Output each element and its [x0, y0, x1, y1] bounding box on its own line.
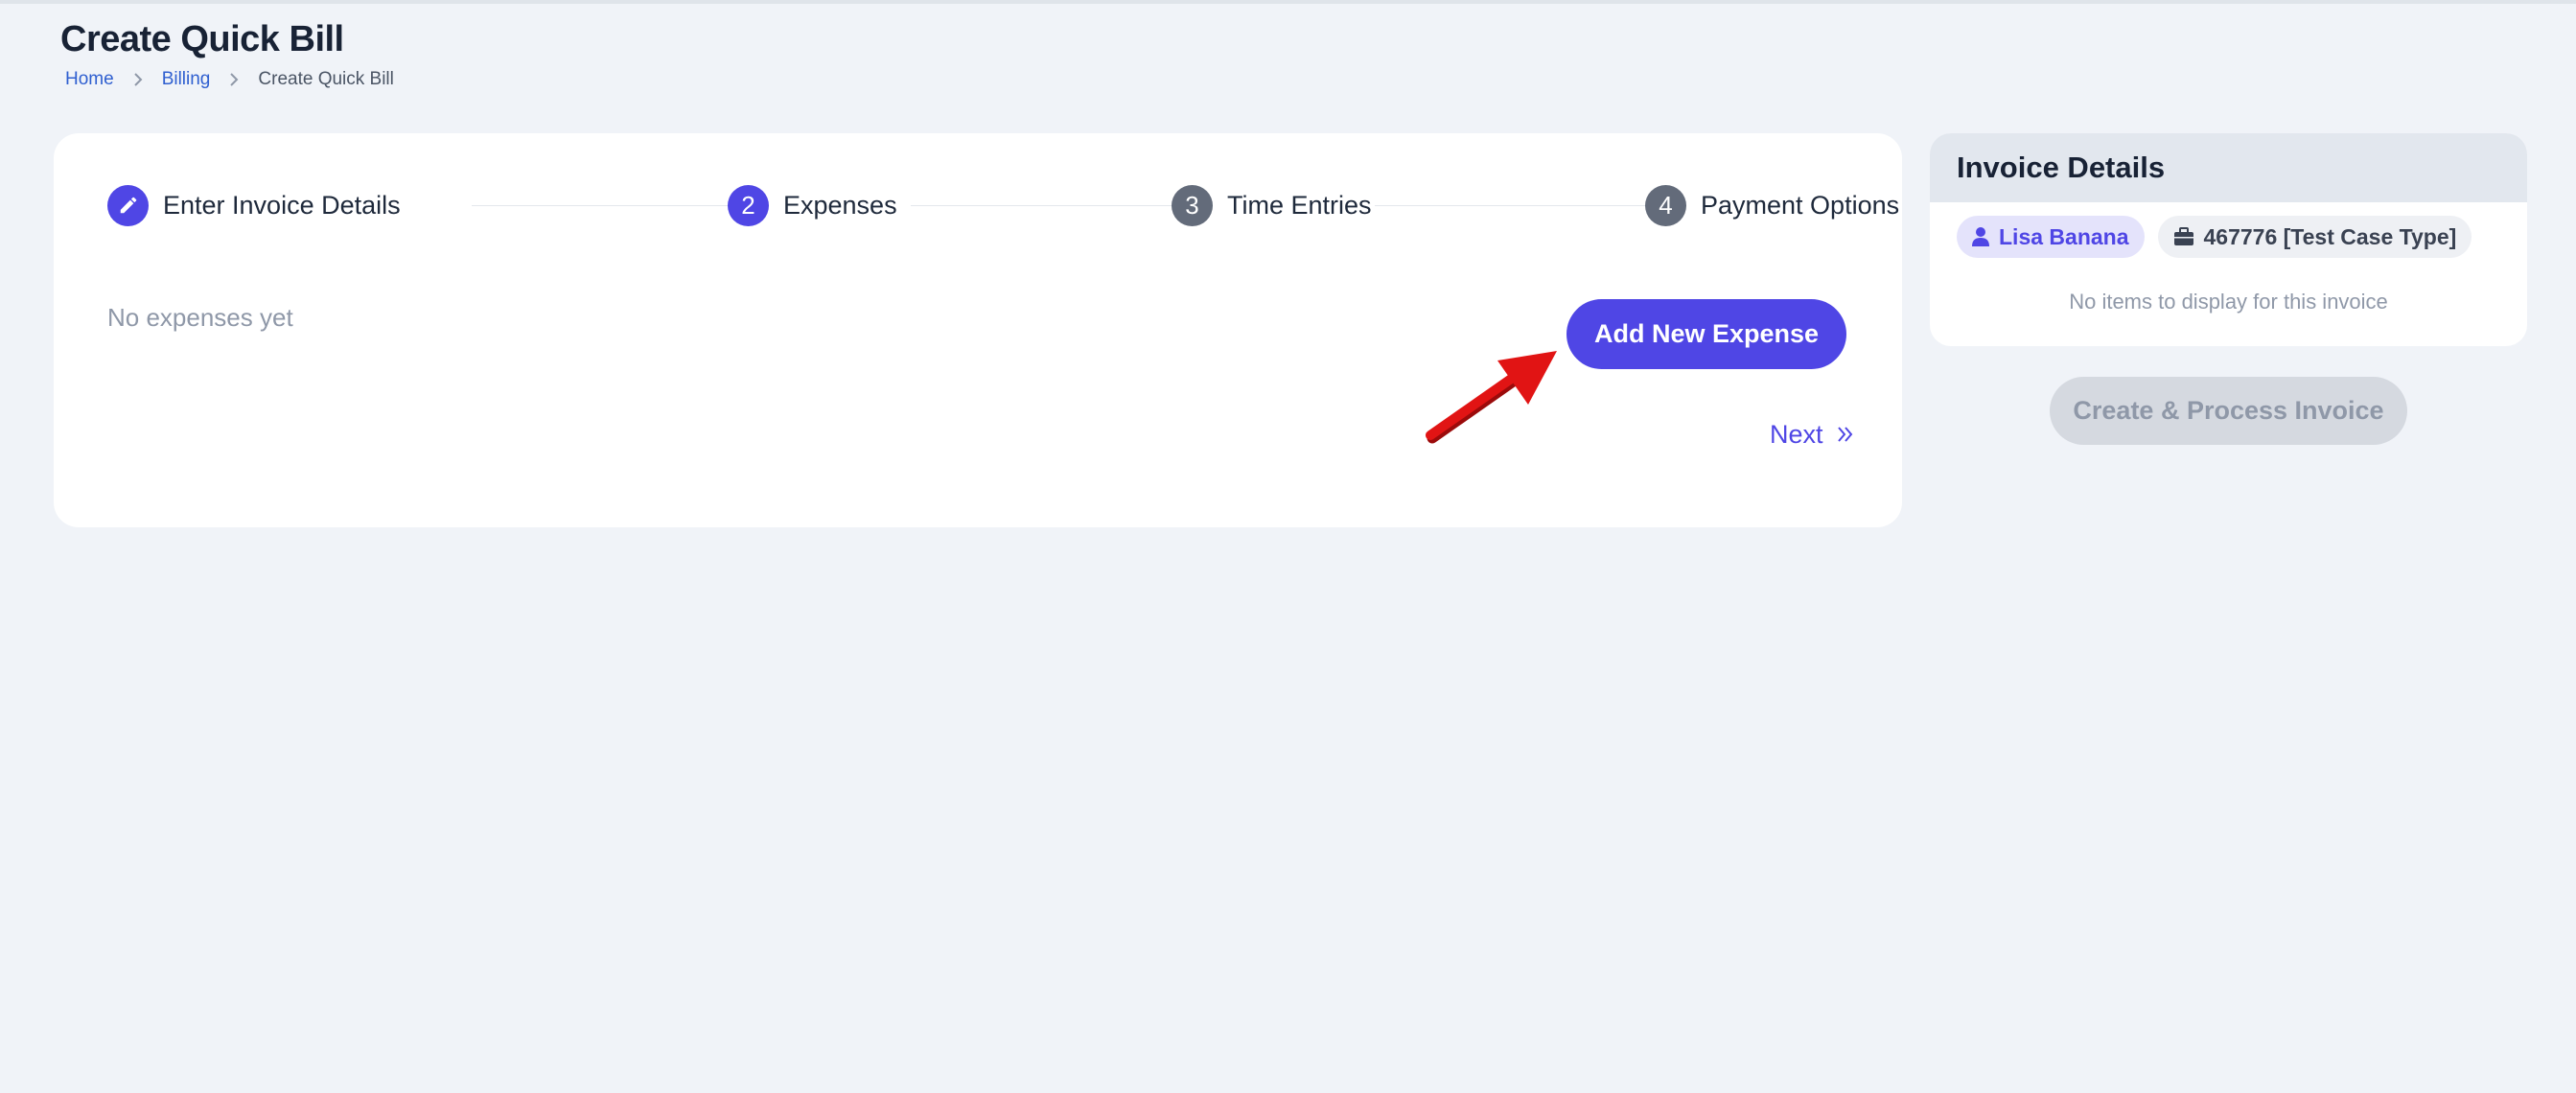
step-expenses[interactable]: 2 Expenses [728, 183, 897, 227]
step-label: Payment Options [1701, 190, 1900, 220]
breadcrumb-billing[interactable]: Billing [162, 69, 211, 90]
breadcrumb: Home Billing Create Quick Bill [65, 67, 394, 92]
step-time-entries[interactable]: 3 Time Entries [1172, 183, 1372, 227]
step-connector [1375, 205, 1685, 206]
step-label: Enter Invoice Details [163, 190, 401, 220]
annotation-arrow-icon [1426, 351, 1557, 444]
quick-bill-card: Enter Invoice Details 2 Expenses 3 Time … [54, 133, 1902, 527]
create-process-invoice-button[interactable]: Create & Process Invoice [2050, 377, 2407, 445]
step-number: 4 [1645, 184, 1686, 226]
step-label: Expenses [783, 190, 897, 220]
expenses-empty-state: No expenses yet [107, 303, 293, 332]
briefcase-icon [2173, 227, 2193, 245]
step-number: 2 [728, 184, 769, 226]
step-label: Time Entries [1227, 190, 1372, 220]
breadcrumb-current: Create Quick Bill [258, 69, 394, 89]
invoice-details-title: Invoice Details [1930, 133, 2527, 202]
chevron-right-icon [114, 72, 162, 87]
step-number: 3 [1172, 184, 1213, 226]
add-new-expense-button[interactable]: Add New Expense [1566, 299, 1846, 369]
invoice-empty-state: No items to display for this invoice [2069, 290, 2388, 314]
chevron-right-icon [210, 72, 258, 87]
top-border [0, 0, 2576, 4]
next-label: Next [1770, 419, 1823, 449]
step-payment-options[interactable]: 4 Payment Options [1645, 183, 1899, 227]
client-chip[interactable]: Lisa Banana [1957, 216, 2145, 258]
stepper: Enter Invoice Details 2 Expenses 3 Time … [107, 183, 1899, 227]
next-button[interactable]: Next [1770, 417, 1856, 452]
step-connector [911, 205, 1212, 206]
invoice-chips: Lisa Banana 467776 [Test Case Type] [1957, 216, 2472, 258]
user-icon [1972, 227, 1989, 246]
invoice-details-panel: Invoice Details Lisa Banana 467776 [Test… [1930, 133, 2527, 346]
client-name: Lisa Banana [1999, 223, 2129, 249]
pencil-icon [107, 184, 149, 226]
step-enter-invoice-details[interactable]: Enter Invoice Details [107, 183, 401, 227]
double-chevron-right-icon [1835, 424, 1856, 445]
step-connector [472, 205, 748, 206]
case-chip[interactable]: 467776 [Test Case Type] [2157, 216, 2472, 258]
case-label: 467776 [Test Case Type] [2203, 223, 2457, 249]
page-title: Create Quick Bill [60, 19, 344, 59]
breadcrumb-home[interactable]: Home [65, 69, 114, 90]
